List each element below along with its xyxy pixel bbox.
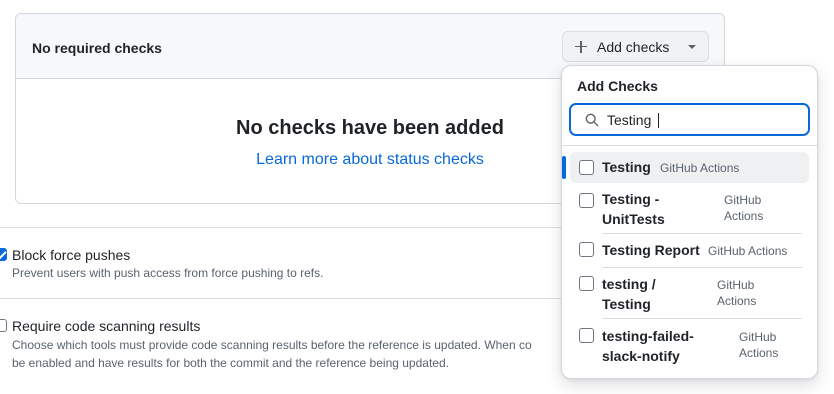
search-icon [585, 113, 599, 127]
require-code-scanning-title: Require code scanning results [12, 318, 201, 334]
plus-icon [575, 40, 587, 53]
checkbox[interactable] [579, 242, 594, 257]
add-checks-button[interactable]: Add checks [562, 31, 709, 62]
checkbox[interactable] [579, 193, 594, 208]
block-force-pushes-title: Block force pushes [12, 247, 131, 263]
check-name-line2: slack-notify [602, 348, 680, 364]
divider [0, 227, 600, 228]
check-option-testing[interactable]: Testing GitHub Actions [562, 152, 809, 183]
check-source: GitHub Actions [660, 161, 740, 175]
search-input[interactable] [607, 110, 797, 130]
require-code-scanning-description-line2: be enabled and have results for both the… [12, 356, 449, 370]
check-source-line1: GitHub [717, 278, 755, 292]
check-name-line1: Testing - [602, 191, 660, 207]
panel-divider [562, 145, 817, 146]
check-name: Testing Report [602, 242, 700, 258]
check-source-line2: Actions [724, 209, 764, 223]
search-box[interactable] [569, 103, 810, 136]
check-name-line2: UnitTests [602, 211, 665, 227]
checkbox[interactable] [579, 160, 594, 175]
text-cursor [658, 113, 659, 128]
checkbox[interactable] [579, 328, 594, 343]
check-option-testing-slash-testing[interactable]: testing / Testing GitHub Actions [570, 271, 809, 317]
block-force-pushes-checkbox[interactable] [0, 248, 7, 261]
check-name-line1: testing-failed- [602, 328, 694, 344]
check-name: Testing [602, 159, 651, 175]
check-source-line1: GitHub [739, 330, 777, 344]
add-checks-panel-title: Add Checks [577, 78, 658, 94]
check-name-line2: Testing [602, 296, 651, 312]
active-indicator [562, 156, 566, 179]
check-source-line1: GitHub [724, 193, 762, 207]
check-source: GitHub Actions [708, 244, 788, 258]
check-name-line1: testing / [602, 276, 656, 292]
require-code-scanning-checkbox[interactable] [0, 319, 7, 332]
check-source-line2: Actions [717, 294, 757, 308]
checkbox[interactable] [579, 276, 594, 291]
block-force-pushes-description: Prevent users with push access from forc… [12, 266, 324, 280]
divider [0, 298, 600, 299]
required-checks-title: No required checks [32, 40, 162, 56]
option-divider [602, 318, 802, 319]
require-code-scanning-description-line1: Choose which tools must provide code sca… [12, 338, 532, 352]
check-source-line2: Actions [739, 346, 779, 360]
option-divider [602, 233, 802, 234]
check-option-testing-unittests[interactable]: Testing - UnitTests GitHub Actions [570, 187, 809, 231]
chevron-down-icon [688, 45, 696, 49]
add-checks-label: Add checks [597, 38, 670, 55]
option-divider [602, 267, 802, 268]
check-option-testing-report[interactable]: Testing Report GitHub Actions [570, 238, 809, 266]
add-checks-panel: Add Checks Testing GitHub Actions Testin… [561, 65, 818, 379]
check-option-testing-failed-slack-notify[interactable]: testing-failed- slack-notify GitHub Acti… [570, 323, 809, 369]
